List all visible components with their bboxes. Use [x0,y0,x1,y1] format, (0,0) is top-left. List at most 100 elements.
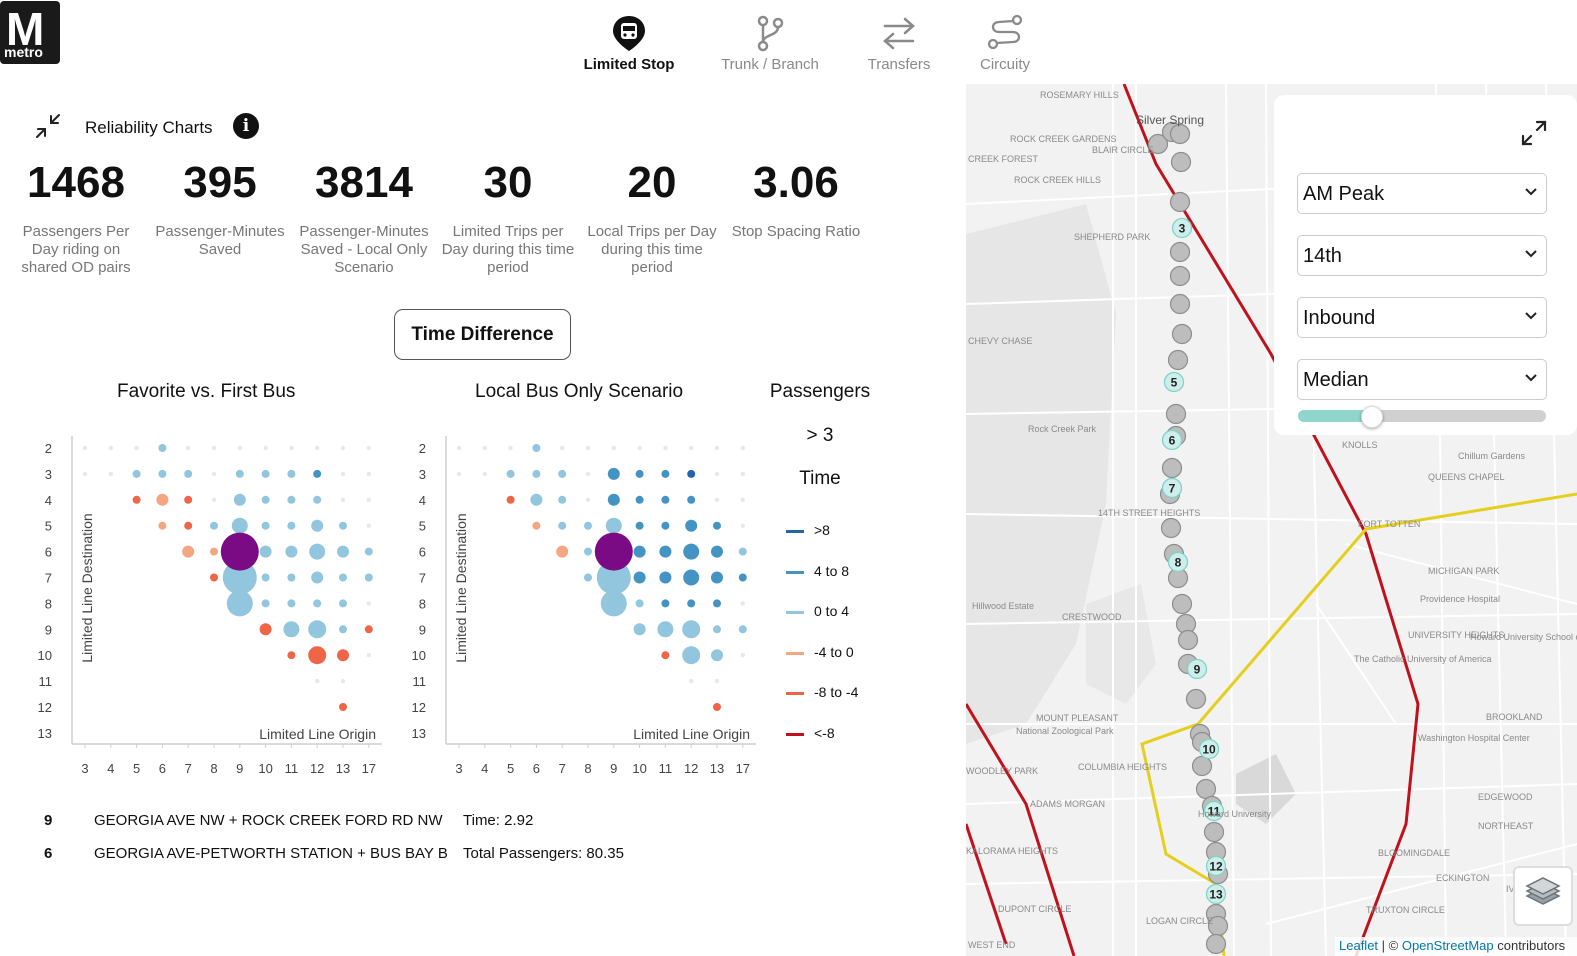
bubble-point[interactable] [711,571,723,584]
map-stop[interactable] [1205,933,1227,955]
bubble-point[interactable] [82,445,88,451]
bubble-point[interactable] [605,517,622,534]
bubble-point[interactable] [556,545,569,558]
bubble-point[interactable] [594,532,633,571]
bubble-point[interactable] [311,571,324,584]
bubble-point[interactable] [134,445,139,451]
bubble-point[interactable] [607,493,620,506]
bubble-point[interactable] [366,445,371,451]
bubble-point[interactable] [261,599,270,608]
bubble-point[interactable] [261,573,270,582]
map-stop[interactable] [1169,191,1191,213]
bubble-point[interactable] [313,495,322,504]
bubble-point[interactable] [210,521,218,530]
bubble-point[interactable] [740,601,745,606]
bubble-point[interactable] [340,497,346,502]
bubble-point[interactable] [532,444,541,452]
bubble-point[interactable] [558,495,567,504]
collapse-icon[interactable] [34,112,62,140]
bubble-point[interactable] [156,493,169,506]
bubble-point[interactable] [210,573,218,582]
bubble-point[interactable] [689,445,694,451]
bubble-point[interactable] [184,495,193,504]
bubble-point[interactable] [506,495,515,504]
tab-transfers[interactable]: Transfers [860,14,938,73]
bubble-point[interactable] [340,471,346,477]
bubble-point[interactable] [633,571,646,584]
map-stop[interactable] [1185,688,1207,710]
bubble-point[interactable] [108,471,114,477]
bubble-point[interactable] [366,471,371,477]
bubble-point[interactable] [635,521,644,530]
bubble-point[interactable] [340,678,346,684]
map-stop[interactable] [1203,821,1225,843]
bubble-point[interactable] [689,678,694,684]
bubble-point[interactable] [532,469,541,478]
bubble-point[interactable] [584,547,592,556]
bubble-point[interactable] [558,521,567,530]
bubble-point[interactable] [687,495,696,504]
bubble-point[interactable] [714,678,720,684]
bubble-point[interactable] [657,621,674,638]
direction-select[interactable]: Inbound [1297,297,1547,338]
bubble-point[interactable] [283,621,300,638]
bubble-point[interactable] [211,497,217,502]
bubble-point[interactable] [585,471,591,477]
bubble-point[interactable] [313,599,322,608]
osm-link[interactable]: OpenStreetMap [1402,938,1494,953]
bubble-point[interactable] [158,521,167,530]
bubble-point[interactable] [711,545,723,558]
bubble-point[interactable] [661,469,670,478]
bubble-point[interactable] [687,469,696,478]
bubble-point[interactable] [158,444,167,452]
bubble-point[interactable] [339,625,347,634]
bubble-chart-local-bus-only[interactable]: 2 3 4 5 6 7 8 9 10 11 12 13 3 4 5 6 7 8 9 10 11 12 13 17 Limited… [404,430,764,790]
bubble-point[interactable] [740,523,745,528]
bubble-point[interactable] [315,445,320,451]
map-stop[interactable] [1171,323,1193,345]
map-stop[interactable] [1165,403,1187,425]
bubble-point[interactable] [339,599,347,608]
bubble-point[interactable] [506,469,515,478]
bubble-point[interactable] [287,469,296,478]
tab-circuity[interactable]: Circuity [973,14,1037,73]
bubble-point[interactable] [584,521,592,530]
bubble-point[interactable] [738,547,747,556]
bubble-point[interactable] [261,469,270,478]
bubble-point[interactable] [340,445,346,451]
bubble-point[interactable] [687,599,696,608]
bubble-point[interactable] [740,471,745,477]
bubble-point[interactable] [635,599,644,608]
expand-icon[interactable] [1519,118,1549,148]
map-stop[interactable] [1191,755,1213,777]
bubble-point[interactable] [661,599,670,608]
bubble-chart-favorite-vs-first[interactable]: 2 3 4 5 6 7 8 9 10 11 12 13 3 4 5 6 7 8 9 10 11 12 13 17 Limited… [30,430,390,790]
bubble-point[interactable] [132,469,141,478]
bubble-point[interactable] [364,573,373,582]
bubble-point[interactable] [158,469,167,478]
map-stop[interactable] [1169,123,1191,145]
bubble-point[interactable] [182,545,195,558]
bubble-point[interactable] [339,521,347,530]
bubble-point[interactable] [714,497,720,502]
bubble-point[interactable] [682,646,701,665]
bubble-point[interactable] [456,471,462,477]
bubble-point[interactable] [713,599,721,608]
bubble-point[interactable] [585,445,591,451]
bubble-point[interactable] [261,495,270,504]
bubble-point[interactable] [366,497,371,502]
bubble-point[interactable] [289,445,294,451]
bubble-point[interactable] [637,445,642,451]
bubble-point[interactable] [287,573,296,582]
bubble-point[interactable] [210,547,218,556]
bubble-point[interactable] [713,625,721,634]
map-stop[interactable] [1171,593,1193,615]
bubble-point[interactable] [683,569,700,586]
bubble-point[interactable] [311,519,324,532]
bubble-point[interactable] [237,445,242,451]
map-stop[interactable] [1169,265,1191,287]
bubble-point[interactable] [184,521,193,530]
bubble-point[interactable] [233,493,246,506]
bubble-point[interactable] [740,445,745,451]
bubble-point[interactable] [558,469,567,478]
